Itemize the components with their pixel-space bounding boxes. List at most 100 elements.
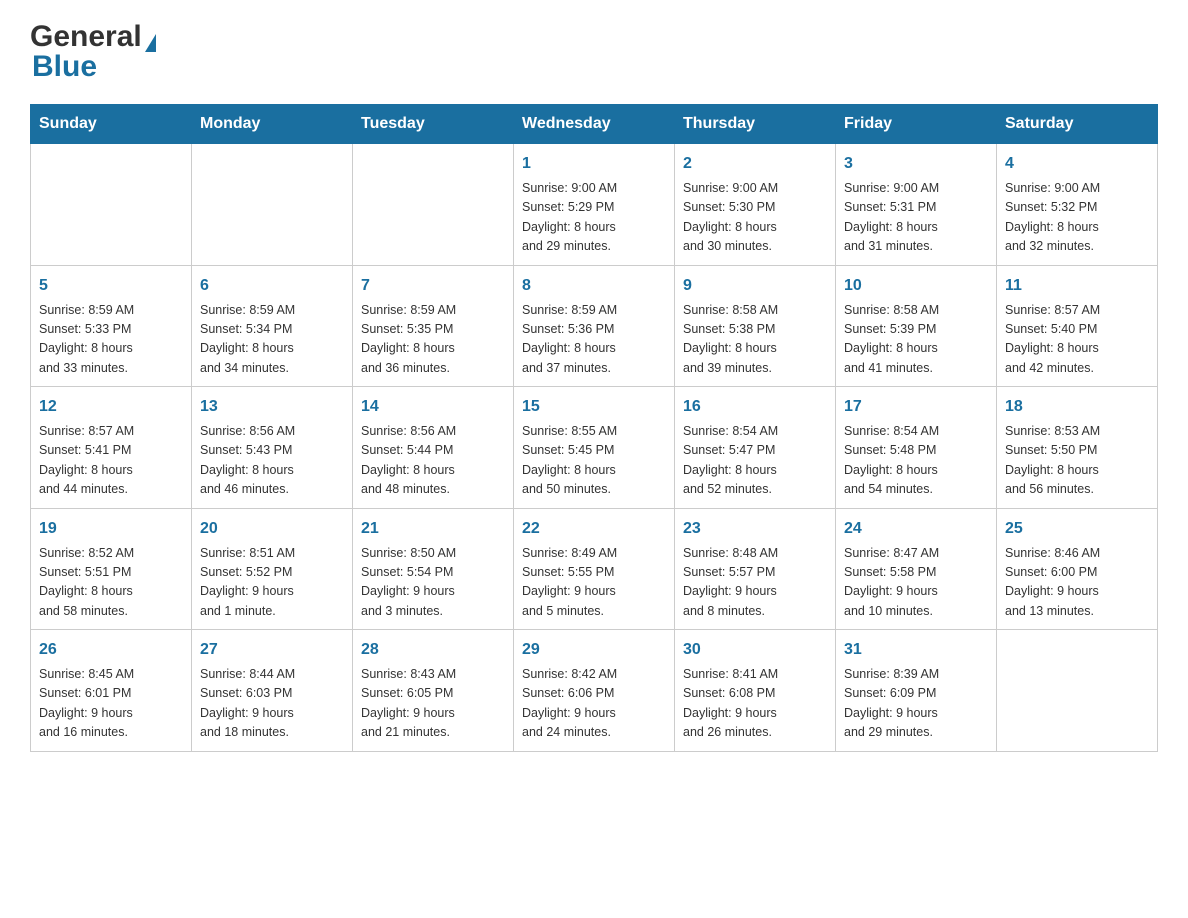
day-number: 28 bbox=[361, 638, 505, 662]
day-info: Sunrise: 8:41 AMSunset: 6:08 PMDaylight:… bbox=[683, 665, 827, 743]
calendar-cell: 1 Sunrise: 9:00 AMSunset: 5:29 PMDaylight… bbox=[514, 144, 675, 266]
header-day-wednesday: Wednesday bbox=[514, 105, 675, 144]
header-row: SundayMondayTuesdayWednesdayThursdayFrid… bbox=[31, 105, 1158, 144]
day-number: 5 bbox=[39, 274, 183, 298]
day-info: Sunrise: 9:00 AMSunset: 5:29 PMDaylight:… bbox=[522, 179, 666, 257]
calendar-cell: 30 Sunrise: 8:41 AMSunset: 6:08 PMDayligh… bbox=[675, 630, 836, 752]
day-number: 25 bbox=[1005, 517, 1149, 541]
day-info: Sunrise: 8:42 AMSunset: 6:06 PMDaylight:… bbox=[522, 665, 666, 743]
calendar-cell: 20 Sunrise: 8:51 AMSunset: 5:52 PMDayligh… bbox=[192, 508, 353, 630]
day-number: 15 bbox=[522, 395, 666, 419]
day-info: Sunrise: 8:48 AMSunset: 5:57 PMDaylight:… bbox=[683, 544, 827, 622]
day-info: Sunrise: 8:46 AMSunset: 6:00 PMDaylight:… bbox=[1005, 544, 1149, 622]
day-info: Sunrise: 8:55 AMSunset: 5:45 PMDaylight:… bbox=[522, 422, 666, 500]
day-info: Sunrise: 8:56 AMSunset: 5:43 PMDaylight:… bbox=[200, 422, 344, 500]
day-number: 21 bbox=[361, 517, 505, 541]
day-info: Sunrise: 8:59 AMSunset: 5:36 PMDaylight:… bbox=[522, 301, 666, 379]
day-number: 24 bbox=[844, 517, 988, 541]
day-number: 19 bbox=[39, 517, 183, 541]
calendar-cell: 14Sunrise: 8:56 AMSunset: 5:44 PMDayligh… bbox=[353, 387, 514, 509]
calendar-cell: 16 Sunrise: 8:54 AMSunset: 5:47 PMDayligh… bbox=[675, 387, 836, 509]
calendar-cell: 18 Sunrise: 8:53 AMSunset: 5:50 PMDayligh… bbox=[997, 387, 1158, 509]
day-info: Sunrise: 8:50 AMSunset: 5:54 PMDaylight:… bbox=[361, 544, 505, 622]
calendar-cell: 4 Sunrise: 9:00 AMSunset: 5:32 PMDaylight… bbox=[997, 144, 1158, 266]
calendar-cell: 7 Sunrise: 8:59 AMSunset: 5:35 PMDaylight… bbox=[353, 265, 514, 387]
day-number: 29 bbox=[522, 638, 666, 662]
day-number: 1 bbox=[522, 152, 666, 176]
day-number: 23 bbox=[683, 517, 827, 541]
day-number: 14 bbox=[361, 395, 505, 419]
day-number: 26 bbox=[39, 638, 183, 662]
week-row-2: 5 Sunrise: 8:59 AMSunset: 5:33 PMDaylight… bbox=[31, 265, 1158, 387]
week-row-1: 1 Sunrise: 9:00 AMSunset: 5:29 PMDaylight… bbox=[31, 144, 1158, 266]
day-info: Sunrise: 8:53 AMSunset: 5:50 PMDaylight:… bbox=[1005, 422, 1149, 500]
header-day-saturday: Saturday bbox=[997, 105, 1158, 144]
day-info: Sunrise: 8:58 AMSunset: 5:39 PMDaylight:… bbox=[844, 301, 988, 379]
calendar-cell: 22 Sunrise: 8:49 AMSunset: 5:55 PMDayligh… bbox=[514, 508, 675, 630]
day-info: Sunrise: 9:00 AMSunset: 5:32 PMDaylight:… bbox=[1005, 179, 1149, 257]
calendar-cell: 24Sunrise: 8:47 AMSunset: 5:58 PMDayligh… bbox=[836, 508, 997, 630]
day-number: 30 bbox=[683, 638, 827, 662]
day-info: Sunrise: 8:57 AMSunset: 5:40 PMDaylight:… bbox=[1005, 301, 1149, 379]
day-info: Sunrise: 8:54 AMSunset: 5:47 PMDaylight:… bbox=[683, 422, 827, 500]
day-info: Sunrise: 8:57 AMSunset: 5:41 PMDaylight:… bbox=[39, 422, 183, 500]
calendar-cell: 26 Sunrise: 8:45 AMSunset: 6:01 PMDayligh… bbox=[31, 630, 192, 752]
day-info: Sunrise: 9:00 AMSunset: 5:31 PMDaylight:… bbox=[844, 179, 988, 257]
calendar-cell: 11 Sunrise: 8:57 AMSunset: 5:40 PMDayligh… bbox=[997, 265, 1158, 387]
day-number: 7 bbox=[361, 274, 505, 298]
day-number: 10 bbox=[844, 274, 988, 298]
day-number: 11 bbox=[1005, 274, 1149, 298]
day-number: 12 bbox=[39, 395, 183, 419]
header-day-sunday: Sunday bbox=[31, 105, 192, 144]
calendar-cell bbox=[353, 144, 514, 266]
header-day-monday: Monday bbox=[192, 105, 353, 144]
calendar-cell: 27Sunrise: 8:44 AMSunset: 6:03 PMDayligh… bbox=[192, 630, 353, 752]
week-row-4: 19 Sunrise: 8:52 AMSunset: 5:51 PMDayligh… bbox=[31, 508, 1158, 630]
calendar-cell bbox=[31, 144, 192, 266]
calendar-body: 1 Sunrise: 9:00 AMSunset: 5:29 PMDaylight… bbox=[31, 144, 1158, 752]
day-number: 3 bbox=[844, 152, 988, 176]
day-number: 16 bbox=[683, 395, 827, 419]
day-info: Sunrise: 8:45 AMSunset: 6:01 PMDaylight:… bbox=[39, 665, 183, 743]
day-number: 18 bbox=[1005, 395, 1149, 419]
day-number: 17 bbox=[844, 395, 988, 419]
calendar-cell: 8 Sunrise: 8:59 AMSunset: 5:36 PMDaylight… bbox=[514, 265, 675, 387]
day-number: 20 bbox=[200, 517, 344, 541]
calendar-cell: 25 Sunrise: 8:46 AMSunset: 6:00 PMDayligh… bbox=[997, 508, 1158, 630]
calendar-table: SundayMondayTuesdayWednesdayThursdayFrid… bbox=[30, 104, 1158, 752]
calendar-cell: 6Sunrise: 8:59 AMSunset: 5:34 PMDaylight… bbox=[192, 265, 353, 387]
day-info: Sunrise: 8:51 AMSunset: 5:52 PMDaylight:… bbox=[200, 544, 344, 622]
header-day-friday: Friday bbox=[836, 105, 997, 144]
calendar-cell bbox=[997, 630, 1158, 752]
calendar-cell: 21 Sunrise: 8:50 AMSunset: 5:54 PMDayligh… bbox=[353, 508, 514, 630]
day-number: 2 bbox=[683, 152, 827, 176]
calendar-cell: 23 Sunrise: 8:48 AMSunset: 5:57 PMDayligh… bbox=[675, 508, 836, 630]
day-info: Sunrise: 8:59 AMSunset: 5:33 PMDaylight:… bbox=[39, 301, 183, 379]
day-info: Sunrise: 8:52 AMSunset: 5:51 PMDaylight:… bbox=[39, 544, 183, 622]
week-row-5: 26 Sunrise: 8:45 AMSunset: 6:01 PMDayligh… bbox=[31, 630, 1158, 752]
calendar-cell: 2Sunrise: 9:00 AMSunset: 5:30 PMDaylight… bbox=[675, 144, 836, 266]
day-info: Sunrise: 8:44 AMSunset: 6:03 PMDaylight:… bbox=[200, 665, 344, 743]
day-info: Sunrise: 8:58 AMSunset: 5:38 PMDaylight:… bbox=[683, 301, 827, 379]
calendar-cell: 15 Sunrise: 8:55 AMSunset: 5:45 PMDayligh… bbox=[514, 387, 675, 509]
day-info: Sunrise: 8:59 AMSunset: 5:35 PMDaylight:… bbox=[361, 301, 505, 379]
calendar-header: SundayMondayTuesdayWednesdayThursdayFrid… bbox=[31, 105, 1158, 144]
calendar-cell: 28Sunrise: 8:43 AMSunset: 6:05 PMDayligh… bbox=[353, 630, 514, 752]
day-number: 22 bbox=[522, 517, 666, 541]
day-info: Sunrise: 8:49 AMSunset: 5:55 PMDaylight:… bbox=[522, 544, 666, 622]
day-number: 4 bbox=[1005, 152, 1149, 176]
calendar-cell: 29 Sunrise: 8:42 AMSunset: 6:06 PMDayligh… bbox=[514, 630, 675, 752]
logo-triangle-icon bbox=[145, 34, 156, 52]
day-info: Sunrise: 8:54 AMSunset: 5:48 PMDaylight:… bbox=[844, 422, 988, 500]
calendar-cell: 12 Sunrise: 8:57 AMSunset: 5:41 PMDayligh… bbox=[31, 387, 192, 509]
day-number: 13 bbox=[200, 395, 344, 419]
calendar-cell: 3 Sunrise: 9:00 AMSunset: 5:31 PMDaylight… bbox=[836, 144, 997, 266]
logo: General Blue bbox=[30, 20, 156, 84]
page-header: General Blue bbox=[30, 20, 1158, 84]
day-number: 8 bbox=[522, 274, 666, 298]
calendar-cell: 17 Sunrise: 8:54 AMSunset: 5:48 PMDayligh… bbox=[836, 387, 997, 509]
calendar-cell: 31Sunrise: 8:39 AMSunset: 6:09 PMDayligh… bbox=[836, 630, 997, 752]
day-info: Sunrise: 8:59 AMSunset: 5:34 PMDaylight:… bbox=[200, 301, 344, 379]
calendar-cell: 10 Sunrise: 8:58 AMSunset: 5:39 PMDayligh… bbox=[836, 265, 997, 387]
logo-general-text: General bbox=[30, 20, 142, 54]
